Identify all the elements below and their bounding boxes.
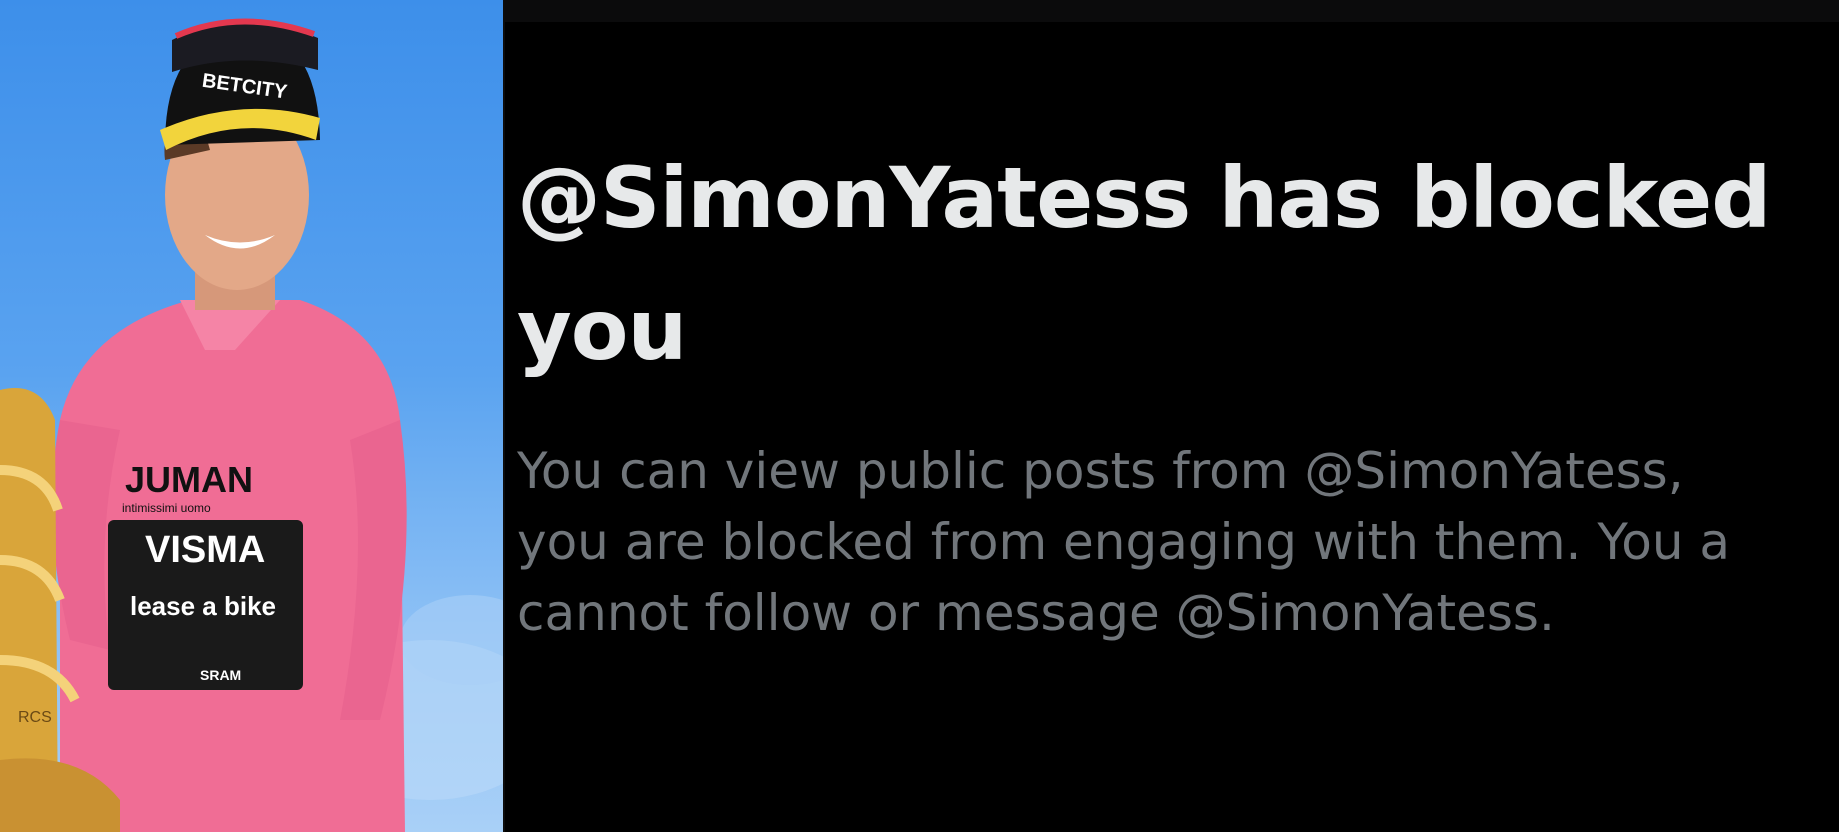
blocked-message-line-1: You can view public posts from @SimonYat…: [517, 442, 1684, 500]
blocked-profile-screen: @SimonYatess has blocked you You can vie…: [505, 0, 1839, 832]
blocked-message: You can view public posts from @SimonYat…: [517, 436, 1839, 649]
jersey-logo-main: VISMA: [145, 529, 265, 571]
jersey-logo-small: intimissimi uomo: [122, 501, 211, 515]
jersey-logo-bottom: SRAM: [200, 667, 241, 683]
top-bar: [505, 0, 1839, 22]
jersey-logo-top: JUMAN: [125, 459, 253, 500]
cyclist-illustration: BETCITY JUMAN intimissimi uomo VISMA lea…: [0, 18, 503, 832]
jersey-logo-bike: lease a bike: [130, 591, 276, 621]
trophy-logo: RCS: [18, 709, 52, 726]
blocked-title-line-1: @SimonYatess has blocked: [517, 149, 1771, 247]
blocked-title-line-2: you: [517, 281, 687, 379]
cyclist-photo: BETCITY JUMAN intimissimi uomo VISMA lea…: [0, 0, 503, 832]
blocked-message-line-3: cannot follow or message @SimonYatess.: [517, 584, 1555, 642]
blocked-message-line-2: you are blocked from engaging with them.…: [517, 513, 1731, 571]
blocked-title: @SimonYatess has blocked you: [517, 132, 1839, 396]
